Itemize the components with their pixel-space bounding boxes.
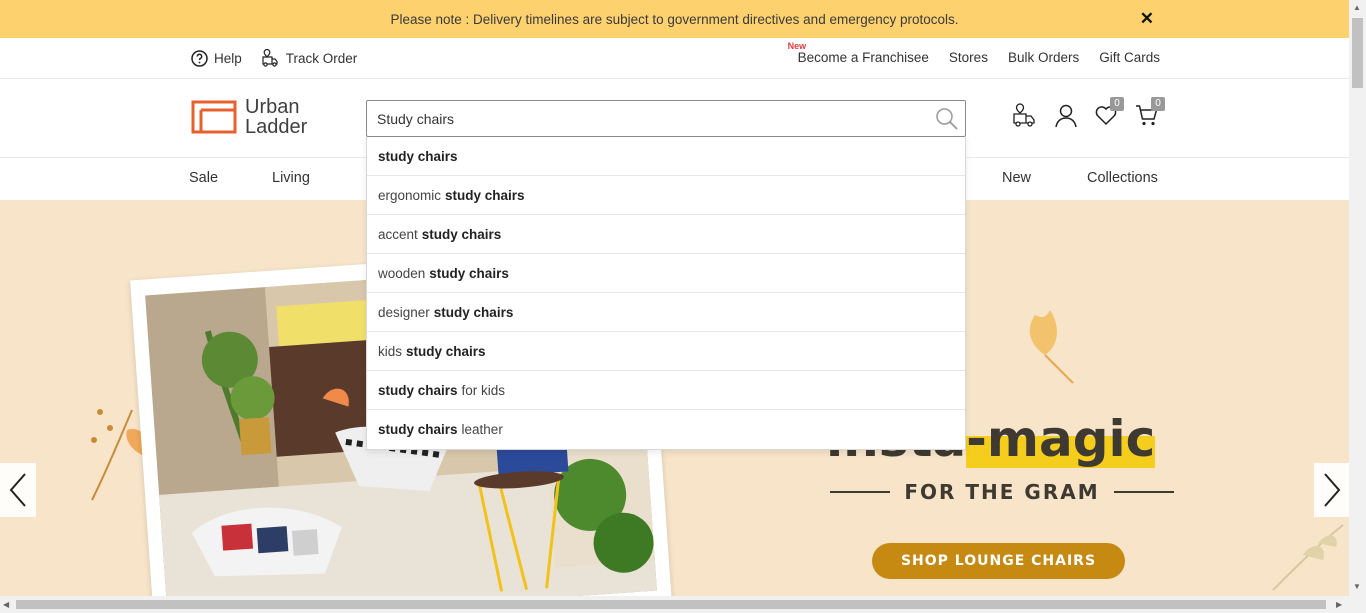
logo-line1: Urban xyxy=(245,96,300,118)
wishlist-icon[interactable]: 0 xyxy=(1094,97,1124,129)
scroll-down-icon[interactable]: ▼ xyxy=(1353,582,1361,591)
suggestion-suffix: leather xyxy=(461,422,503,437)
notice-text: Please note : Delivery timelines are sub… xyxy=(390,11,959,27)
suggestion-match: study chairs xyxy=(445,187,525,203)
nav-item-living[interactable]: Living xyxy=(272,170,310,186)
suggestion-item[interactable]: wooden study chairs xyxy=(367,254,965,293)
subtitle-line-right xyxy=(1113,491,1175,493)
suggestion-item[interactable]: kids study chairs xyxy=(367,332,965,371)
suggestion-match: study chairs xyxy=(406,343,486,359)
suggestion-item[interactable]: study chairs xyxy=(367,137,965,176)
close-icon[interactable]: ✕ xyxy=(1140,9,1154,29)
help-icon xyxy=(191,49,208,67)
hero-title-part-b: -magic xyxy=(966,410,1156,468)
search-suggestions: study chairs ergonomic study chairs accent s… xyxy=(366,137,966,450)
shop-lounge-chairs-button[interactable]: SHOP LOUNGE CHAIRS xyxy=(872,543,1125,579)
branch-decoration-right-icon xyxy=(1272,524,1344,591)
nav-item-sale[interactable]: Sale xyxy=(189,170,218,186)
suggestion-match: study chairs xyxy=(378,382,458,398)
track-order-label: Track Order xyxy=(285,50,358,66)
logo-line2: Ladder xyxy=(245,116,308,138)
track-order-link[interactable]: Track Order xyxy=(260,48,358,68)
stores-link[interactable]: Stores xyxy=(949,50,988,65)
chevron-left-icon xyxy=(9,473,26,507)
scroll-right-icon[interactable]: ▶ xyxy=(1336,600,1342,609)
franchise-link[interactable]: New Become a Franchisee xyxy=(788,41,929,65)
carousel-next-button[interactable] xyxy=(1314,463,1350,517)
suggestion-item[interactable]: study chairs leather xyxy=(367,410,965,449)
suggestion-suffix: for kids xyxy=(461,382,506,398)
logo-mark-icon xyxy=(191,100,237,134)
cart-count-badge: 0 xyxy=(1151,97,1165,111)
chevron-right-icon xyxy=(1324,473,1341,507)
leaf-decoration-icon xyxy=(1029,310,1074,384)
help-link[interactable]: Help xyxy=(191,49,242,67)
cart-icon[interactable]: 0 xyxy=(1135,97,1165,129)
carousel-prev-button[interactable] xyxy=(0,463,36,517)
help-label: Help xyxy=(214,50,242,66)
nav-item-collections[interactable]: Collections xyxy=(1087,170,1158,186)
suggestion-item[interactable]: accent study chairs xyxy=(367,215,965,254)
suggestion-item[interactable]: ergonomic study chairs xyxy=(367,176,965,215)
delivery-icon[interactable] xyxy=(1012,103,1038,129)
new-tag: New xyxy=(787,41,807,51)
scroll-left-icon[interactable]: ◀ xyxy=(3,600,9,609)
account-icon[interactable] xyxy=(1053,103,1079,129)
suggestion-match: study chairs xyxy=(429,265,509,281)
vertical-scrollbar[interactable]: ▲ ▼ xyxy=(1349,0,1366,613)
franchise-label: Become a Franchisee xyxy=(797,50,929,65)
suggestion-prefix: designer xyxy=(378,304,430,320)
suggestion-prefix: wooden xyxy=(378,265,426,281)
bulk-orders-link[interactable]: Bulk Orders xyxy=(1008,50,1079,65)
notice-bar: Please note : Delivery timelines are sub… xyxy=(0,0,1349,38)
gift-cards-link[interactable]: Gift Cards xyxy=(1099,50,1160,65)
hero-subtitle: FOR THE GRAM xyxy=(830,480,1175,504)
track-order-icon xyxy=(262,48,278,67)
suggestion-match: study chairs xyxy=(378,148,458,164)
search-icon[interactable] xyxy=(935,107,959,131)
nav-item-new[interactable]: New xyxy=(1002,170,1031,186)
search-input[interactable] xyxy=(367,101,907,136)
logo[interactable]: Urban Ladder xyxy=(191,97,307,137)
wishlist-count-badge: 0 xyxy=(1110,97,1124,111)
suggestion-prefix: accent xyxy=(378,226,418,242)
vertical-scroll-thumb[interactable] xyxy=(1352,18,1363,88)
suggestion-item[interactable]: designer study chairs xyxy=(367,293,965,332)
suggestion-match: study chairs xyxy=(433,304,514,320)
suggestion-match: study chairs xyxy=(421,226,502,242)
suggestion-prefix: kids xyxy=(378,343,403,359)
search-box xyxy=(366,100,966,137)
scroll-up-icon[interactable]: ▲ xyxy=(1353,3,1361,12)
horizontal-scrollbar[interactable]: ◀ ▶ xyxy=(0,596,1349,613)
horizontal-scroll-thumb[interactable] xyxy=(16,600,1326,609)
suggestion-match: study chairs xyxy=(378,422,458,437)
utility-bar: Help Track Order New Become a Franchisee… xyxy=(0,38,1349,79)
suggestion-item[interactable]: study chairs for kids xyxy=(367,371,965,410)
hero-subtitle-text: FOR THE GRAM xyxy=(904,480,1100,504)
subtitle-line-left xyxy=(830,491,891,493)
suggestion-prefix: ergonomic xyxy=(378,187,442,203)
